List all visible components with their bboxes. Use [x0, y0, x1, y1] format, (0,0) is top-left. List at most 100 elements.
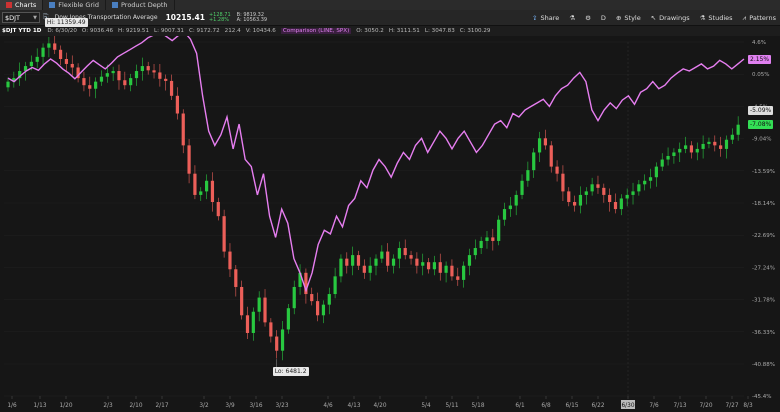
- info-change: 212.4: [224, 28, 241, 34]
- info-open: O: 9036.46: [81, 28, 114, 34]
- x-tick-label: 7/6: [649, 403, 659, 409]
- candle-body: [648, 177, 653, 181]
- candle-body: [403, 248, 407, 256]
- candle-body: [736, 124, 740, 135]
- y-tick-label: -13.59%: [752, 169, 775, 175]
- info-close: C: 9172.72: [188, 28, 220, 34]
- candle-body: [444, 265, 448, 273]
- candle-body: [479, 240, 483, 249]
- candle-body: [105, 73, 109, 77]
- gear-icon: ⚙: [585, 14, 591, 22]
- x-tick-label: 3/9: [225, 403, 235, 409]
- candle-body: [683, 145, 688, 149]
- candle-body: [286, 308, 290, 330]
- y-tick-label: 4.6%: [752, 40, 766, 46]
- candle-body: [532, 152, 536, 171]
- cmp-low: L: 3047.83: [424, 28, 455, 34]
- price-badge: 2.15%: [748, 54, 772, 64]
- chart-toolbar: $DJT ▼ ⎘ Dow Jones Transportation Averag…: [0, 10, 780, 26]
- candle-body: [134, 71, 139, 79]
- candle-body: [409, 255, 413, 259]
- studies-button[interactable]: ⚗ Studies: [700, 14, 733, 22]
- patterns-button[interactable]: ⩘ Patterns: [743, 14, 776, 23]
- candle-body: [730, 134, 734, 140]
- flask-button[interactable]: ⚗: [569, 14, 575, 22]
- share-button[interactable]: ⇪ Share: [532, 14, 559, 22]
- x-tick-label: 2/17: [155, 403, 168, 409]
- candle-body: [397, 248, 401, 259]
- candle-body: [467, 255, 472, 266]
- x-tick-label: 8/3: [743, 403, 753, 409]
- candle-body: [520, 180, 524, 195]
- tab-charts[interactable]: Charts: [0, 0, 44, 10]
- candle-body: [351, 255, 355, 266]
- chevron-down-icon[interactable]: ▼: [33, 15, 37, 21]
- y-tick-label: -18.14%: [752, 201, 775, 207]
- x-tick-label: 5/4: [421, 403, 431, 409]
- candle-body: [169, 80, 174, 96]
- share-icon: ⇪: [532, 14, 538, 22]
- comparison-label[interactable]: Comparison (LINE, SPX): [280, 28, 352, 34]
- x-tick-label: 7/20: [699, 403, 712, 409]
- candle-body: [123, 80, 127, 86]
- interval-button[interactable]: D: [601, 14, 606, 22]
- settings-button[interactable]: ⚙: [585, 14, 591, 22]
- y-tick-label: -9.04%: [752, 137, 771, 143]
- grid-icon: [49, 2, 56, 8]
- candle-body: [263, 297, 267, 323]
- drawings-label: Drawings: [659, 14, 690, 22]
- tab-product-depth[interactable]: Product Depth: [106, 0, 175, 10]
- candle-body: [88, 85, 92, 89]
- candle-body: [438, 262, 442, 273]
- chart-icon: [6, 2, 12, 8]
- symbol-input[interactable]: $DJT ▼: [2, 12, 40, 23]
- candle-body: [526, 170, 530, 181]
- candle-body: [368, 265, 372, 273]
- candle-body: [637, 184, 641, 192]
- candle-body: [47, 43, 51, 48]
- candle-body: [82, 78, 86, 86]
- info-date: D: 6/30/20: [47, 28, 77, 34]
- candle-body: [713, 141, 717, 146]
- tab-flexible-grid[interactable]: Flexible Grid: [43, 0, 106, 10]
- candle-body: [584, 191, 588, 195]
- price-chart[interactable]: 4.6%0.05%-4.5%-9.04%-13.59%-18.14%-22.69…: [0, 36, 780, 412]
- candle-body: [111, 71, 115, 74]
- y-tick-label: -22.69%: [752, 233, 775, 239]
- candle-body: [345, 258, 349, 266]
- candle-body: [129, 78, 133, 86]
- candle-body: [251, 311, 255, 333]
- candle-body: [701, 143, 705, 149]
- candle-body: [567, 191, 571, 203]
- candle-body: [497, 219, 501, 241]
- style-button[interactable]: ⊕ Style: [616, 14, 641, 22]
- candle-body: [719, 145, 723, 149]
- candle-body: [689, 145, 694, 153]
- candle-body: [678, 148, 682, 153]
- candle-body: [175, 95, 179, 114]
- candle-body: [654, 166, 658, 178]
- x-tick-label: 4/20: [373, 403, 386, 409]
- candle-body: [327, 294, 331, 305]
- candle-body: [228, 251, 232, 270]
- low-label: Lo: 6481.2: [272, 367, 309, 377]
- candle-body: [99, 76, 104, 82]
- tab-label: Product Depth: [120, 1, 168, 9]
- toolbar-right: ⇪ Share ⚗ ⚙ D ⊕ Style ↖ Drawings ⚗ Studi…: [532, 10, 780, 26]
- chart-title: $DJT YTD 1D: [2, 28, 42, 34]
- info-low: L: 9007.31: [154, 28, 184, 34]
- candle-body: [275, 336, 279, 351]
- candle-body: [596, 184, 600, 188]
- candle-body: [707, 141, 711, 144]
- x-tick-label: 6/15: [565, 403, 578, 409]
- candle-body: [158, 72, 162, 79]
- candle-body: [660, 159, 664, 167]
- x-tick-label: 6/30: [621, 403, 634, 409]
- candle-body: [450, 265, 454, 277]
- chart-info-bar: $DJT YTD 1D D: 6/30/20 O: 9036.46 H: 921…: [0, 26, 780, 36]
- cmp-close: C: 3100.29: [459, 28, 491, 34]
- candle-body: [561, 173, 565, 192]
- x-tick-label: 4/6: [323, 403, 333, 409]
- drawings-button[interactable]: ↖ Drawings: [651, 14, 690, 22]
- price-badge: -5.09%: [748, 106, 774, 116]
